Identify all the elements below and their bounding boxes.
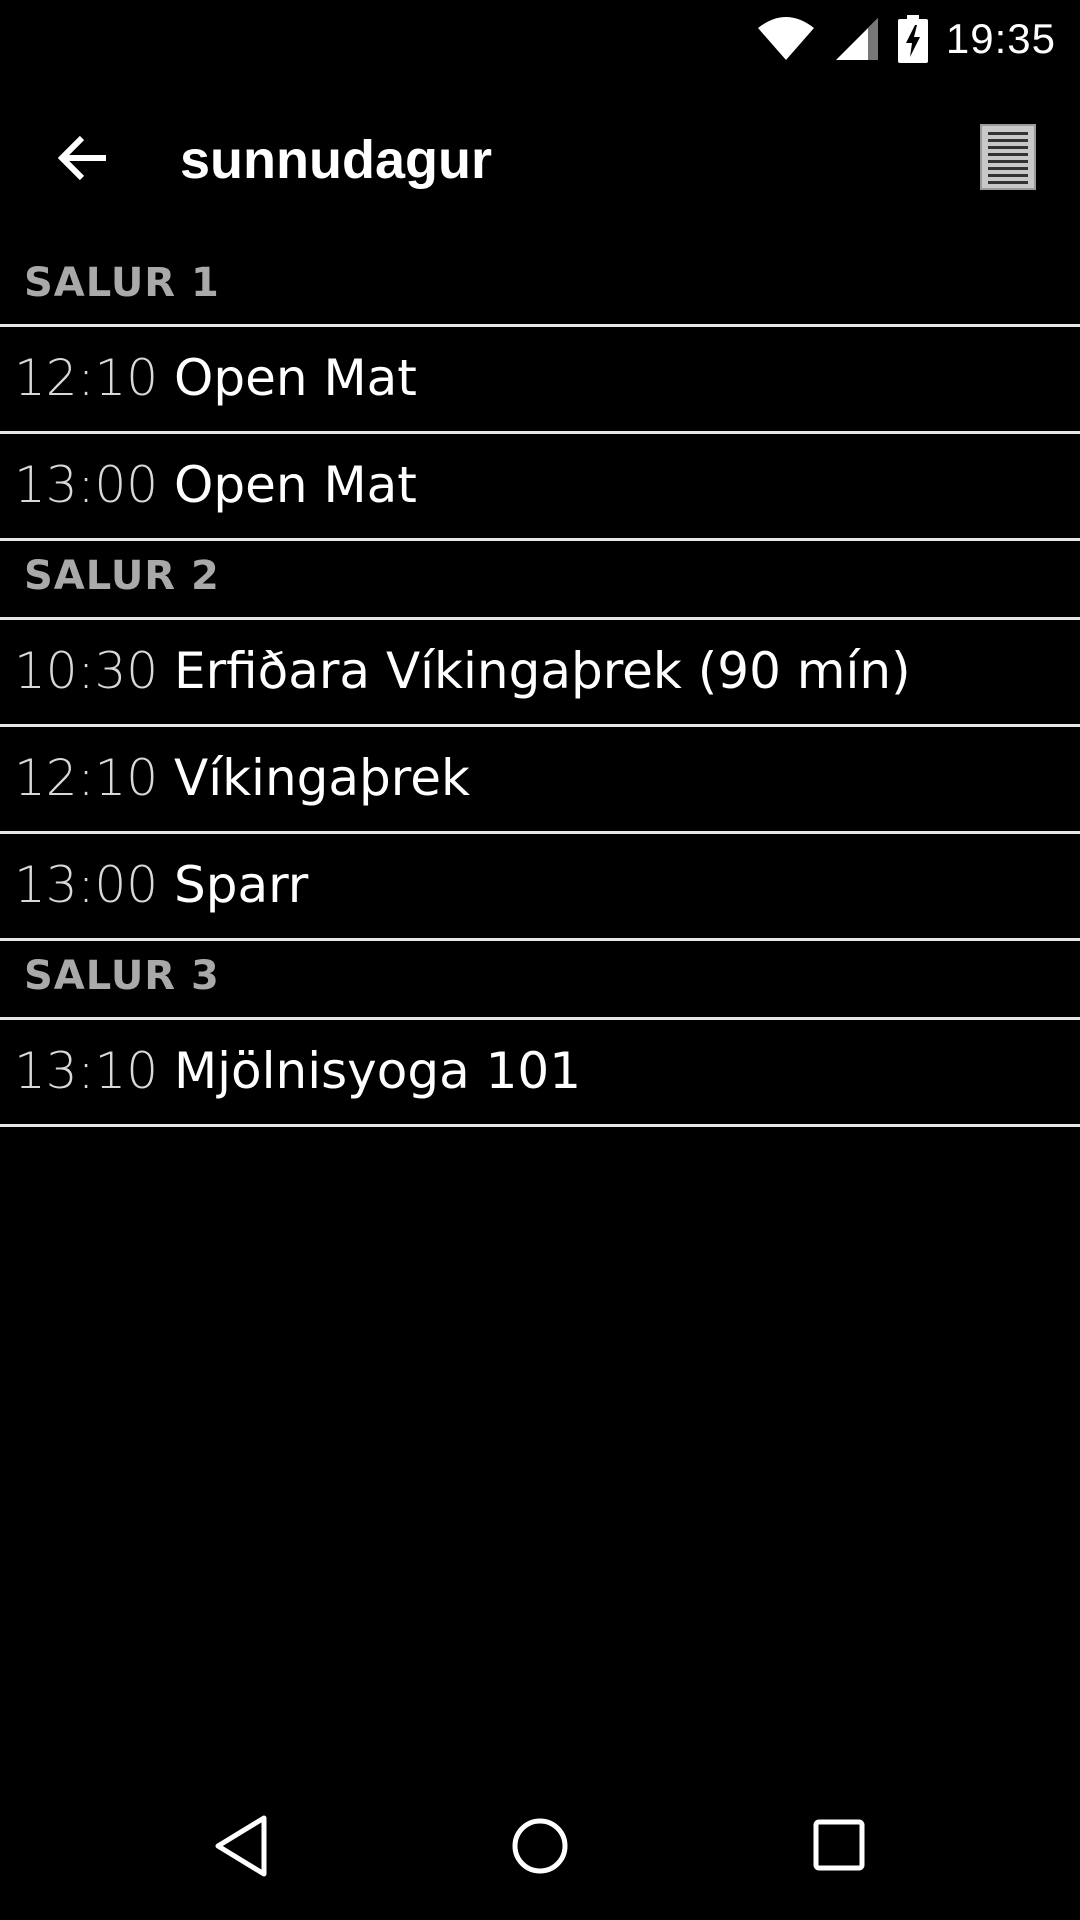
- nav-home-icon: [510, 1816, 570, 1880]
- nav-home-button[interactable]: [498, 1806, 582, 1890]
- nav-recents-button[interactable]: [798, 1806, 882, 1890]
- class-name: Open Mat: [174, 349, 417, 407]
- nav-back-button[interactable]: [200, 1806, 284, 1890]
- list-item[interactable]: 12:10 Open Mat: [0, 327, 1080, 434]
- list-item[interactable]: 12:10 Víkingaþrek: [0, 727, 1080, 834]
- status-time: 19:35: [945, 15, 1056, 62]
- section-header-label: SALUR 3: [24, 953, 220, 999]
- class-name: Sparr: [174, 856, 309, 914]
- class-name: Open Mat: [174, 456, 417, 514]
- list-item[interactable]: 13:00 Sparr: [0, 834, 1080, 941]
- status-bar: 19:35: [0, 0, 1080, 78]
- section-header-label: SALUR 1: [24, 260, 220, 306]
- class-time: 12:10: [14, 749, 159, 807]
- class-time: 13:10: [14, 1042, 159, 1100]
- class-name: Mjölnisyoga 101: [174, 1042, 582, 1100]
- class-time: 13:00: [14, 456, 159, 514]
- nav-back-icon: [212, 1814, 272, 1882]
- section-header-label: SALUR 2: [24, 553, 220, 599]
- section-header-salur-3: SALUR 3: [0, 941, 1080, 1020]
- list-view-button[interactable]: [980, 124, 1044, 196]
- wifi-icon: [756, 16, 816, 62]
- class-name: Erfiðara Víkingaþrek (90 mín): [174, 642, 911, 700]
- arrow-left-icon: [57, 134, 110, 186]
- class-time: 10:30: [14, 642, 159, 700]
- class-time: 12:10: [14, 349, 159, 407]
- navigation-bar: [0, 1776, 1080, 1920]
- class-name: Víkingaþrek: [174, 749, 470, 807]
- section-header-salur-1: SALUR 1: [0, 248, 1080, 327]
- battery-charging-icon: [897, 15, 928, 63]
- schedule-list: SALUR 1 12:10 Open Mat 13:00 Open Mat SA…: [0, 248, 1080, 1127]
- list-item[interactable]: 13:10 Mjölnisyoga 101: [0, 1020, 1080, 1127]
- nav-recents-icon: [813, 1819, 867, 1877]
- status-icons: 19:35: [756, 12, 1056, 66]
- back-button[interactable]: [40, 118, 128, 202]
- list-item[interactable]: 10:30 Erfiðara Víkingaþrek (90 mín): [0, 620, 1080, 727]
- cell-signal-icon: [834, 16, 880, 62]
- page-title: sunnudagur: [180, 130, 492, 190]
- app-bar: sunnudagur: [0, 78, 1080, 242]
- section-header-salur-2: SALUR 2: [0, 541, 1080, 620]
- list-item[interactable]: 13:00 Open Mat: [0, 434, 1080, 541]
- class-time: 13:00: [14, 856, 159, 914]
- list-view-icon: [980, 124, 1036, 194]
